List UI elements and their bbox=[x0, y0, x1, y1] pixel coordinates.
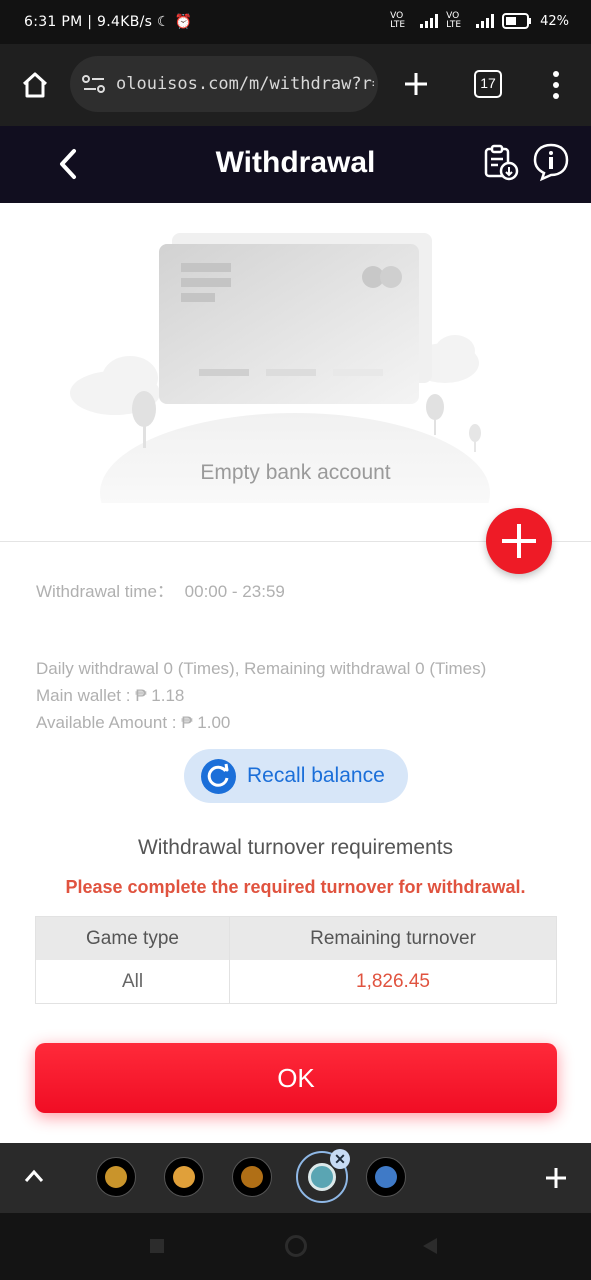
add-tab-icon[interactable] bbox=[545, 1167, 567, 1189]
turnover-requirements-title: Withdrawal turnover requirements bbox=[137, 836, 454, 859]
address-bar[interactable]: olouisos.com/m/withdraw?r=b: bbox=[70, 56, 378, 112]
app-header: Withdrawal bbox=[0, 126, 591, 203]
tab-thumbnail-2[interactable] bbox=[164, 1157, 204, 1197]
game-type-cell: All bbox=[36, 960, 230, 1003]
signal-icon-2 bbox=[476, 14, 495, 28]
back-button[interactable] bbox=[421, 1237, 439, 1255]
game-tab-icon bbox=[173, 1166, 195, 1188]
tab-thumbnail-3[interactable] bbox=[232, 1157, 272, 1197]
turnover-warning: Please complete the required turnover fo… bbox=[65, 877, 526, 897]
site-settings-icon[interactable] bbox=[82, 74, 106, 94]
clock-text: 6:31 PM bbox=[24, 14, 83, 30]
recall-balance-label: Recall balance bbox=[247, 764, 385, 787]
tab-thumbnail-1[interactable] bbox=[96, 1157, 136, 1197]
browser-bar: olouisos.com/m/withdraw?r=b: 17 bbox=[0, 44, 591, 126]
main-wallet-text: Main wallet : ₱ 1.18 bbox=[36, 686, 185, 705]
turnover-table: Game type Remaining turnover All 1,826.4… bbox=[35, 916, 557, 1004]
table-row: All 1,826.45 bbox=[36, 960, 556, 1003]
status-icons: VO LTE VO LTE 42% bbox=[390, 12, 569, 30]
withdraw-content: Empty bank account Withdrawal time： 00:0… bbox=[0, 203, 591, 1143]
withdrawal-time-label: Withdrawal time： bbox=[36, 582, 174, 601]
tab-count: 17 bbox=[480, 75, 496, 91]
volte-label-1: VO LTE bbox=[390, 11, 406, 30]
remaining-turnover-cell: 1,826.45 bbox=[356, 970, 430, 992]
globe-icon bbox=[308, 1163, 336, 1191]
plus-icon-v bbox=[517, 524, 521, 558]
add-bank-account-button[interactable] bbox=[486, 508, 552, 574]
tab-thumbnail-5[interactable] bbox=[366, 1157, 406, 1197]
recents-button[interactable] bbox=[150, 1239, 164, 1253]
withdrawal-time-value: 00:00 - 23:59 bbox=[184, 582, 285, 601]
game-tab-icon-2 bbox=[241, 1166, 263, 1188]
battery-icon bbox=[502, 13, 532, 29]
withdraw-record-icon[interactable] bbox=[482, 144, 520, 182]
daily-withdrawal-text: Daily withdrawal 0 (Times), Remaining wi… bbox=[36, 659, 487, 678]
more-menu-icon[interactable] bbox=[552, 70, 560, 100]
info-icon[interactable] bbox=[532, 142, 570, 182]
status-time: 6:31 PM | 9.4KB/s ☾ ⏰ bbox=[24, 14, 193, 30]
volte-label-2: VO LTE bbox=[446, 11, 462, 30]
system-nav-bar bbox=[0, 1213, 591, 1280]
chevron-up-icon[interactable] bbox=[24, 1169, 44, 1183]
browser-tab-strip: ✕ bbox=[0, 1143, 591, 1213]
crown-icon bbox=[105, 1166, 127, 1188]
available-amount-text: Available Amount : ₱ 1.00 bbox=[36, 713, 231, 732]
ok-button-label: OK bbox=[277, 1063, 315, 1093]
new-tab-icon[interactable] bbox=[403, 71, 429, 97]
home-icon[interactable] bbox=[20, 70, 50, 100]
home-button[interactable] bbox=[285, 1235, 307, 1257]
withdrawal-time: Withdrawal time： 00:00 - 23:59 bbox=[36, 577, 285, 602]
status-bar: 6:31 PM | 9.4KB/s ☾ ⏰ VO LTE VO LTE 42% bbox=[0, 0, 591, 44]
table-header-row: Game type Remaining turnover bbox=[36, 917, 556, 960]
empty-bank-text: Empty bank account bbox=[200, 461, 391, 484]
close-icon: ✕ bbox=[334, 1151, 346, 1167]
refresh-icon bbox=[201, 759, 236, 794]
battery-percent: 42% bbox=[540, 13, 569, 29]
url-text[interactable]: olouisos.com/m/withdraw?r=b: bbox=[116, 74, 374, 94]
column-header-game-type: Game type bbox=[36, 917, 230, 960]
column-header-remaining-turnover: Remaining turnover bbox=[310, 927, 476, 949]
recall-balance-button[interactable]: Recall balance bbox=[184, 749, 408, 803]
tab-switcher-button[interactable]: 17 bbox=[474, 70, 502, 98]
alarm-icon: ⏰ bbox=[174, 14, 193, 30]
game-tab-icon-3 bbox=[375, 1166, 397, 1188]
close-tab-button[interactable]: ✕ bbox=[330, 1149, 350, 1169]
moon-icon: ☾ bbox=[156, 14, 170, 30]
ok-button[interactable]: OK bbox=[35, 1043, 557, 1113]
signal-icon bbox=[420, 14, 439, 28]
network-speed: 9.4KB/s bbox=[97, 14, 153, 30]
